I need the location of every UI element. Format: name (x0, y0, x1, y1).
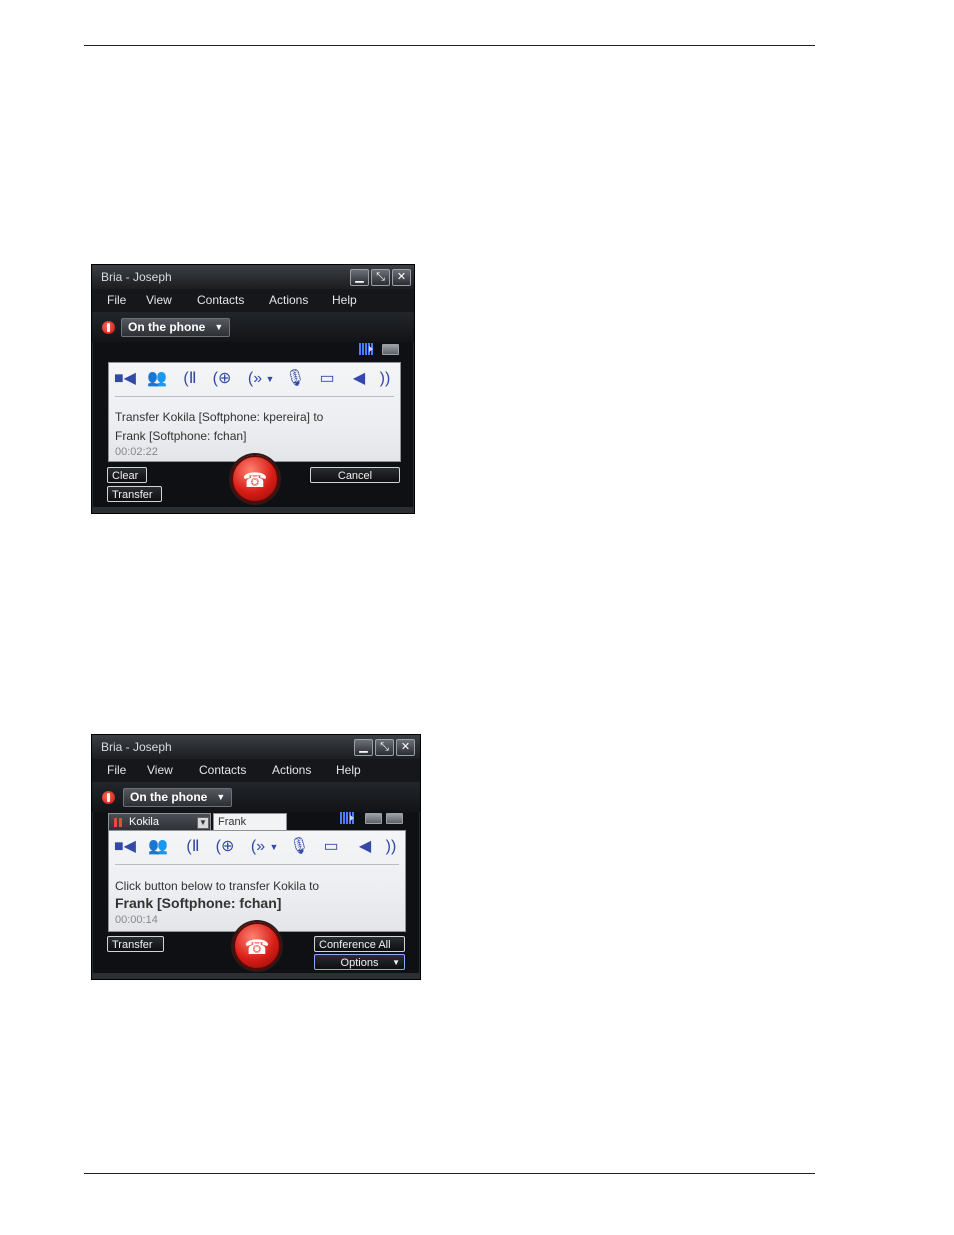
chevron-down-icon: ▼ (214, 322, 224, 332)
menu-bar: File View Contacts Actions Help (92, 759, 420, 782)
presence-status-icon (102, 791, 115, 804)
hold-icon[interactable]: (Ⅱ (178, 369, 202, 389)
call-panel: ■◀ 👥 (Ⅱ (⊕ (» ▼ 🎙 ▭ ◀ )) Transfer Kokila… (108, 362, 401, 462)
title-bar[interactable]: Bria - Joseph ▁ ⤡ ✕ (92, 265, 414, 289)
transfer-message-line1: Transfer Kokila [Softphone: kpereira] to (115, 410, 324, 424)
menu-file[interactable]: File (107, 763, 126, 777)
transfer-target-input[interactable]: Frank [Softphone: fchan] (115, 429, 246, 443)
volume-icon[interactable]: )) (381, 837, 401, 857)
window-title: Bria - Joseph (101, 270, 172, 284)
chevron-down-icon: ▼ (216, 792, 226, 802)
call-timer: 00:00:14 (115, 914, 158, 926)
conference-all-button[interactable]: Conference All (314, 936, 405, 952)
dropdown-caret-icon[interactable]: ▼ (265, 369, 275, 389)
video-icon[interactable]: ■◀ (113, 369, 137, 389)
chevron-down-icon: ▼ (392, 958, 400, 967)
transfer-icon[interactable]: (» (244, 369, 266, 389)
presence-label: On the phone (130, 790, 208, 804)
presence-dropdown[interactable]: On the phone ▼ (123, 788, 233, 807)
call-toolbar: ■◀ 👥 (Ⅱ (⊕ (» ▼ 🎙 ▭ ◀ )) (109, 831, 405, 863)
microphone-icon[interactable]: 🎙 (289, 837, 309, 857)
transfer-target-name: Frank [Softphone: fchan] (115, 895, 282, 911)
volume-icon[interactable]: )) (375, 369, 395, 389)
restore-button[interactable]: ⤡ (375, 739, 394, 756)
cancel-button[interactable]: Cancel (310, 467, 400, 483)
call-panel: ■◀ 👥 (Ⅱ (⊕ (» ▼ 🎙 ▭ ◀ )) Click button be… (108, 830, 406, 932)
expand-arrow-icon (369, 346, 373, 352)
presence-label: On the phone (128, 320, 206, 334)
menu-contacts[interactable]: Contacts (197, 293, 244, 307)
menu-help[interactable]: Help (332, 293, 357, 307)
window-title: Bria - Joseph (101, 740, 172, 754)
contacts-icon[interactable]: 👥 (146, 369, 168, 389)
expand-arrow-icon (350, 815, 354, 821)
call-timer: 00:02:22 (115, 446, 158, 458)
minimize-button[interactable]: ▁ (350, 269, 369, 286)
video-icon[interactable]: ■◀ (113, 837, 137, 857)
page-footer-rule (84, 1173, 815, 1174)
menu-file[interactable]: File (107, 293, 126, 307)
phone-hangup-icon: ☎ (242, 470, 268, 492)
contacts-icon[interactable]: 👥 (147, 837, 169, 857)
speaker-icon[interactable]: ◀ (349, 369, 369, 389)
toolbar-divider (115, 864, 399, 865)
bria-window-transfer-pending: Bria - Joseph ▁ ⤡ ✕ File View Contacts A… (91, 264, 415, 514)
tab-label: Kokila (129, 816, 159, 828)
record-icon[interactable]: ▭ (319, 837, 343, 857)
bria-window-transfer-ready: Bria - Joseph ▁ ⤡ ✕ File View Contacts A… (91, 734, 421, 980)
call-tab-kokila[interactable]: Kokila ▼ (108, 813, 211, 830)
close-button[interactable]: ✕ (396, 739, 415, 756)
clear-button[interactable]: Clear (107, 467, 147, 483)
restore-button[interactable]: ⤡ (371, 269, 390, 286)
minimize-button[interactable]: ▁ (354, 739, 373, 756)
popout-panel-button[interactable] (386, 813, 403, 824)
options-dropdown[interactable]: Options ▼ (314, 954, 405, 970)
presence-row: On the phone ▼ (92, 782, 420, 812)
window-clip-edge (92, 973, 420, 979)
call-toolbar: ■◀ 👥 (Ⅱ (⊕ (» ▼ 🎙 ▭ ◀ )) (109, 363, 400, 395)
transfer-icon[interactable]: (» (247, 837, 269, 857)
speaker-icon[interactable]: ◀ (355, 837, 375, 857)
toolbar-divider (115, 396, 394, 397)
collapse-panel-button[interactable] (365, 813, 382, 824)
menu-actions[interactable]: Actions (272, 763, 311, 777)
add-call-icon[interactable]: (⊕ (210, 369, 234, 389)
options-label: Options (340, 957, 379, 969)
close-button[interactable]: ✕ (392, 269, 411, 286)
record-icon[interactable]: ▭ (315, 369, 339, 389)
phone-hangup-icon: ☎ (244, 937, 270, 959)
hold-status-icon (114, 818, 122, 827)
menu-contacts[interactable]: Contacts (199, 763, 246, 777)
presence-row: On the phone ▼ (92, 312, 414, 342)
window-clip-edge (92, 507, 414, 513)
collapse-panel-button[interactable] (382, 344, 399, 355)
menu-view[interactable]: View (147, 763, 173, 777)
add-call-icon[interactable]: (⊕ (213, 837, 237, 857)
transfer-button[interactable]: Transfer (107, 936, 164, 952)
hangup-button[interactable]: ☎ (233, 922, 281, 970)
hold-icon[interactable]: (Ⅱ (181, 837, 205, 857)
transfer-instruction: Click button below to transfer Kokila to (115, 879, 320, 893)
microphone-icon[interactable]: 🎙 (285, 369, 305, 389)
presence-status-icon (102, 321, 115, 334)
presence-dropdown[interactable]: On the phone ▼ (121, 318, 231, 337)
menu-help[interactable]: Help (336, 763, 361, 777)
title-bar[interactable]: Bria - Joseph ▁ ⤡ ✕ (92, 735, 420, 759)
call-tab-frank[interactable]: Frank (213, 813, 287, 830)
page-header-rule (84, 45, 815, 46)
transfer-button[interactable]: Transfer (107, 486, 162, 502)
tab-menu-icon[interactable]: ▼ (197, 817, 209, 829)
dropdown-caret-icon[interactable]: ▼ (269, 837, 279, 857)
menu-view[interactable]: View (146, 293, 172, 307)
menu-bar: File View Contacts Actions Help (92, 289, 414, 312)
hangup-button[interactable]: ☎ (231, 455, 279, 503)
menu-actions[interactable]: Actions (269, 293, 308, 307)
tab-label: Frank (218, 816, 247, 828)
